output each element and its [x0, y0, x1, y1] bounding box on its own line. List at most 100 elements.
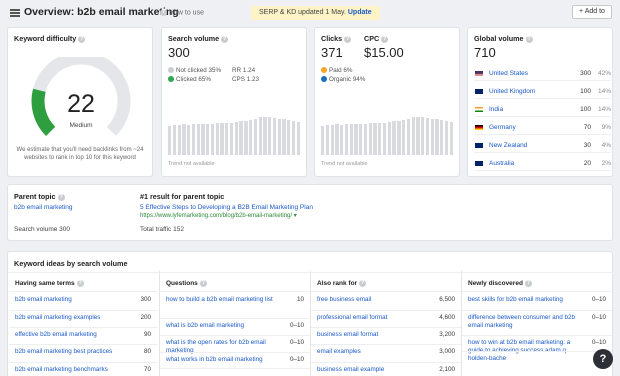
country-row[interactable]: Germany 70 9% [475, 120, 611, 135]
keyword-idea-link[interactable]: free business email [317, 296, 427, 304]
keyword-idea-link[interactable]: what is b2b email marketing [166, 322, 276, 330]
trend-bar [321, 126, 325, 155]
divider [462, 335, 612, 336]
country-percent: 4% [601, 141, 611, 149]
country-volume: 100 [580, 87, 591, 95]
divider [160, 318, 310, 319]
keyword-idea-link[interactable]: effective b2b email marketing [15, 331, 123, 339]
idea-column-heading: Questions? [166, 280, 207, 288]
keyword-idea-volume: 0–10 [289, 322, 304, 329]
help-icon: ? [199, 280, 207, 287]
trend-bar [234, 122, 238, 155]
divider [160, 335, 310, 336]
country-row[interactable]: India 100 14% [475, 102, 611, 117]
trend-bar [282, 119, 286, 155]
trend-bar [344, 124, 349, 155]
country-name[interactable]: Germany [489, 124, 569, 131]
trend-bar [402, 119, 406, 155]
divider [311, 344, 461, 345]
country-row[interactable]: New Zealand 30 4% [475, 138, 611, 153]
trend-bar [349, 124, 353, 155]
keyword-idea-volume: 2,100 [439, 366, 455, 373]
trend-bar [177, 124, 181, 155]
paid-dot [321, 67, 327, 74]
keyword-idea-link[interactable]: b2b email marketing examples [15, 314, 123, 322]
trend-bar [363, 123, 368, 155]
country-row[interactable]: United States 300 42% [475, 66, 611, 81]
keyword-idea-row: what works in b2b email marketing 0–10 [166, 356, 304, 364]
country-name[interactable]: India [489, 106, 569, 113]
divider [311, 310, 461, 311]
country-name[interactable]: Australia [489, 160, 569, 167]
flag-icon [475, 142, 483, 148]
keyword-idea-volume: 0–10 [289, 356, 304, 363]
rr-stat: RR 1.24 [232, 67, 256, 74]
country-row[interactable]: United Kingdom 100 14% [475, 84, 611, 99]
keyword-idea-link[interactable]: b2b email marketing benchmarks [15, 366, 123, 374]
how-to-use-link[interactable]: ? How to use [158, 9, 204, 16]
keyword-idea-row: how to build a b2b email marketing list … [166, 296, 304, 304]
keyword-idea-row: b2b email marketing examples 200 [15, 314, 151, 322]
divider [9, 344, 157, 345]
top-result-link[interactable]: 5 Effective Steps to Developing a B2B Em… [140, 204, 313, 211]
help-icon: ? [57, 193, 65, 201]
parent-topic-link[interactable]: b2b email marketing [14, 204, 73, 211]
keyword-idea-row: email examples 3,000 [317, 348, 455, 356]
trend-bar [392, 121, 396, 155]
keyword-idea-volume: 6,500 [439, 296, 455, 303]
trend-bar [444, 121, 449, 155]
divider [310, 271, 311, 376]
country-name[interactable]: United States [489, 70, 569, 77]
keyword-idea-volume: 3,200 [439, 331, 455, 338]
sv-trend-note: Trend not available [168, 161, 215, 167]
trend-bar [201, 123, 205, 155]
country-volume: 20 [583, 159, 591, 167]
top-result-traffic: Total traffic 152 [140, 226, 184, 233]
keyword-idea-link[interactable]: how to build a b2b email marketing list [166, 296, 276, 304]
update-link[interactable]: Update [348, 9, 372, 16]
trend-bar [425, 118, 430, 155]
keyword-idea-link[interactable]: b2b email marketing [15, 296, 123, 304]
trend-bar [449, 122, 453, 155]
top-result-url[interactable]: https://www.lyfemarketing.com/blog/b2b-e… [140, 212, 297, 219]
help-button[interactable]: ? [593, 349, 613, 369]
clicks-value: 371 [321, 45, 343, 60]
keyword-idea-volume: 10 [296, 296, 304, 303]
country-row[interactable]: Australia 20 2% [475, 156, 611, 171]
divider [159, 271, 160, 376]
trend-bar [229, 123, 234, 155]
divider [311, 362, 461, 363]
trend-bar [263, 116, 267, 155]
keyword-idea-link[interactable]: professional email format [317, 314, 427, 322]
trend-bar [435, 119, 439, 155]
sv-title: Search volume? [168, 34, 229, 43]
keyword-idea-link[interactable]: b2b email marketing best practices [15, 348, 123, 356]
add-to-button[interactable]: + Add to [572, 5, 612, 19]
keyword-idea-link[interactable]: difference between consumer and b2b emai… [468, 314, 578, 330]
trend-bar [196, 124, 200, 155]
keyword-idea-volume: 0–10 [591, 296, 606, 303]
keyword-idea-link[interactable]: email examples [317, 348, 427, 356]
divider [462, 310, 612, 311]
menu-icon[interactable] [10, 9, 20, 17]
gv-title: Global volume? [474, 34, 533, 43]
chevron-down-icon[interactable]: ▾ [294, 213, 297, 219]
country-percent: 14% [597, 105, 611, 113]
keyword-idea-link[interactable]: business email example [317, 366, 427, 374]
cpc-value: $15.00 [364, 45, 404, 60]
trend-bar [440, 120, 444, 155]
keyword-idea-link[interactable]: business email format [317, 331, 427, 339]
flag-icon [475, 160, 483, 166]
ideas-title: Keyword ideas by search volume [14, 259, 128, 268]
clicks-cpc-card: Clicks? CPC? 371 $15.00 Paid 6% Organic … [314, 27, 460, 177]
divider [160, 368, 310, 369]
trend-bar [291, 121, 296, 155]
trend-bar [268, 117, 272, 155]
keyword-idea-link[interactable]: what works in b2b email marketing [166, 356, 276, 364]
organic-stat: Organic 94% [321, 75, 365, 84]
country-name[interactable]: New Zealand [489, 142, 569, 149]
keyword-idea-row: difference between consumer and b2b emai… [468, 314, 606, 330]
keyword-idea-link[interactable]: best skills for b2b email marketing [468, 296, 578, 304]
country-name[interactable]: United Kingdom [489, 88, 569, 95]
country-percent: 14% [597, 87, 611, 95]
